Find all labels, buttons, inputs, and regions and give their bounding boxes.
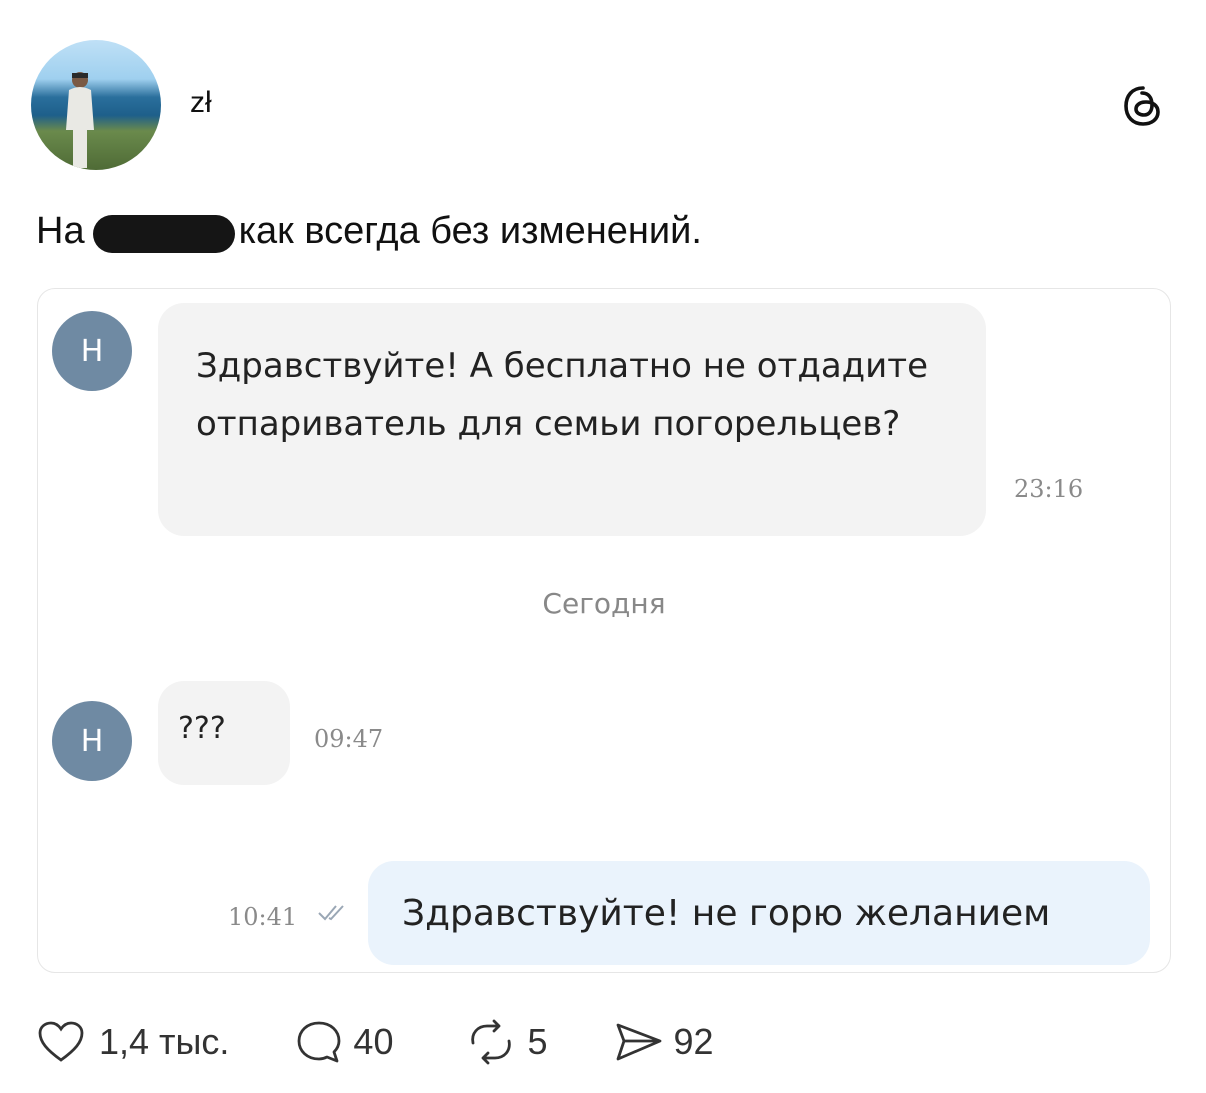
comment-icon (298, 1021, 341, 1063)
post-text-start: На (36, 210, 85, 252)
repost-count: 5 (527, 1021, 548, 1062)
contact-avatar: Н (52, 311, 132, 391)
message-time: 10:41 (228, 903, 298, 931)
share-count: 92 (673, 1021, 714, 1062)
message-text: ??? (178, 711, 226, 746)
comment-button[interactable]: 40 (295, 1019, 393, 1065)
repost-icon (471, 1019, 512, 1065)
post-text-end: как всегда без изменений. (238, 210, 702, 252)
contact-avatar: Н (52, 701, 132, 781)
comment-count: 40 (353, 1021, 394, 1062)
avatar-person-graphic (66, 72, 94, 168)
message-time: 09:47 (314, 725, 384, 753)
author-name[interactable]: zł (190, 86, 212, 120)
redaction-mark (92, 214, 235, 253)
attached-screenshot[interactable]: Н Здравствуйте! А бесплатно не отдадите … (37, 288, 1171, 973)
incoming-message: Здравствуйте! А бесплатно не отдадите от… (158, 303, 986, 536)
message-time: 23:16 (1014, 475, 1084, 503)
post-actions: 1,4 тыс. 40 5 92 (37, 1018, 714, 1066)
like-button[interactable]: 1,4 тыс. (37, 1020, 229, 1064)
author-avatar[interactable] (31, 40, 161, 170)
message-text: Здравствуйте! не горю желанием (402, 893, 1051, 934)
incoming-message: ??? (158, 681, 290, 785)
share-button[interactable]: 92 (614, 1019, 714, 1065)
heart-icon (38, 1021, 84, 1062)
post-text: На как всегда без изменений. (36, 210, 702, 253)
outgoing-message: Здравствуйте! не горю желанием (368, 861, 1150, 965)
send-icon (616, 1023, 661, 1061)
read-checkmarks-icon (318, 905, 344, 921)
message-text: Здравствуйте! А бесплатно не отдадите от… (196, 346, 928, 444)
like-count: 1,4 тыс. (99, 1021, 230, 1062)
threads-logo-icon[interactable] (1121, 84, 1165, 128)
repost-button[interactable]: 5 (465, 1019, 548, 1065)
date-divider: Сегодня (542, 587, 666, 620)
